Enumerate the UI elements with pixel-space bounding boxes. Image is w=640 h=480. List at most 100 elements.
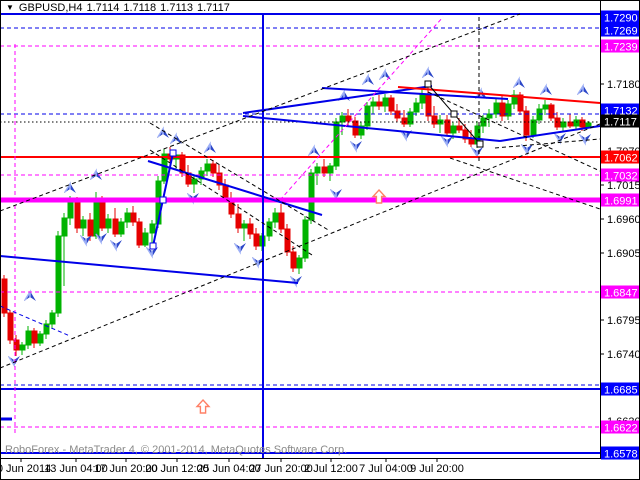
time-axis-label: 9 Jul 20:00	[410, 463, 464, 475]
candle-bearish	[8, 310, 13, 344]
candle-bearish	[549, 103, 554, 121]
fractal-up-arrow	[157, 128, 169, 138]
candle-bullish	[574, 116, 579, 130]
price-level-badge-label: 1.6991	[604, 196, 638, 208]
candle-bullish	[531, 116, 536, 138]
candle-bullish	[62, 213, 67, 286]
candle-bearish	[518, 92, 523, 115]
candle-bullish	[561, 118, 566, 132]
candle-bearish	[248, 218, 253, 239]
fractal-up-arrow	[64, 183, 76, 193]
price-tick-label: 1.6795	[607, 315, 640, 327]
trend-line	[243, 86, 432, 113]
candle-bullish	[267, 218, 272, 241]
candle-bullish	[414, 98, 419, 116]
time-axis-label: 7 Jul 04:00	[359, 463, 413, 475]
candle-bearish	[186, 165, 191, 187]
candle-bullish	[371, 97, 376, 114]
candle-bullish	[81, 216, 86, 236]
candle-bullish	[481, 115, 486, 133]
candle-bearish	[137, 218, 142, 248]
fractal-down-arrow	[95, 233, 107, 243]
copyright-watermark: RoboForex - MetaTrader 4, © 2001-2014, M…	[5, 444, 347, 456]
candle-bullish	[487, 109, 492, 127]
candle-bullish	[543, 100, 548, 115]
quote-open: 1.7114	[87, 2, 120, 14]
fractal-down-arrow	[350, 141, 362, 151]
candle-bearish	[32, 328, 37, 348]
price-chart-canvas[interactable]: 1.71801.70701.70151.69601.69051.67951.67…	[0, 0, 640, 480]
candle-bearish	[2, 275, 7, 317]
candle-bearish	[211, 160, 216, 177]
candle-bullish	[512, 90, 517, 109]
candle-bullish	[119, 218, 124, 237]
fractal-up-arrow	[577, 85, 589, 95]
candle-bearish	[346, 109, 351, 126]
fractal-up-arrow	[204, 143, 216, 153]
price-level-badge-label: 1.6578	[604, 449, 638, 461]
price-level-badge-label: 1.7239	[604, 42, 638, 54]
window-border	[1, 1, 640, 480]
candle-bullish	[328, 163, 333, 181]
price-tick-label: 1.7180	[607, 79, 640, 91]
candle-bullish	[506, 100, 511, 120]
trend-line-handle[interactable]	[160, 197, 166, 203]
hollow-up-arrow-icon	[197, 400, 209, 413]
candle-bearish	[229, 192, 234, 218]
trend-line	[148, 161, 322, 215]
price-level-badge-label: 1.7032	[604, 171, 638, 183]
price-level-badge-label: 1.7269	[604, 26, 638, 38]
candle-bullish	[242, 220, 247, 241]
candle-bullish	[26, 326, 31, 349]
trend-line	[0, 124, 600, 368]
price-level-badge-label: 1.7117	[604, 117, 637, 129]
fractal-down-arrow	[110, 240, 122, 250]
candle-bullish	[297, 255, 302, 274]
trend-line-handle[interactable]	[477, 141, 483, 147]
candle-bullish	[315, 163, 320, 185]
fractal-down-arrow	[290, 276, 302, 286]
trend-line-handle[interactable]	[170, 150, 176, 156]
fractal-down-arrow	[579, 134, 591, 144]
candle-bearish	[395, 104, 400, 122]
candle-bullish	[438, 115, 443, 133]
price-level-badge-label: 1.7062	[604, 153, 638, 165]
trend-line	[0, 14, 520, 211]
candle-bullish	[205, 159, 210, 176]
candle-bullish	[420, 89, 425, 109]
trend-line-handle[interactable]	[451, 111, 457, 117]
candle-bearish	[389, 95, 394, 115]
candle-bullish	[359, 122, 364, 139]
candle-bullish	[106, 214, 111, 233]
candle-bullish	[273, 208, 278, 228]
chart-dropdown-icon[interactable]: ▼	[6, 3, 14, 12]
quote-high: 1.7118	[123, 2, 156, 14]
trend-line-handle[interactable]	[150, 243, 156, 249]
candle-bullish	[56, 231, 61, 317]
fractal-up-arrow	[513, 78, 525, 88]
price-tick-label: 1.6740	[607, 349, 640, 361]
candle-bullish	[494, 98, 499, 118]
candle-bearish	[377, 95, 382, 110]
candle-bullish	[143, 228, 148, 247]
price-level-badge-label: 1.7290	[604, 13, 638, 25]
candle-bearish	[217, 165, 222, 190]
chart-window: 1.71801.70701.70151.69601.69051.67951.67…	[0, 0, 640, 480]
candle-bearish	[445, 115, 450, 136]
trend-line	[0, 256, 298, 283]
quote-low: 1.7113	[160, 2, 193, 14]
fractal-up-arrow	[422, 68, 434, 78]
candle-bullish	[383, 94, 388, 112]
symbol-timeframe-label: GBPUSD,H4	[19, 2, 83, 14]
quote-close: 1.7117	[197, 2, 230, 14]
trend-line-handle[interactable]	[425, 81, 431, 87]
quote-header: ▼ GBPUSD,H4 1.71141.7118 1.7113 1.7117	[6, 2, 234, 14]
candle-bullish	[50, 310, 55, 329]
candle-bullish	[44, 320, 49, 339]
candle-bullish	[309, 169, 314, 224]
fractal-down-arrow	[471, 147, 483, 157]
candle-bearish	[322, 159, 327, 177]
candle-bearish	[131, 206, 136, 226]
price-level-badge-label: 1.6685	[604, 385, 638, 397]
candle-bearish	[291, 246, 296, 272]
